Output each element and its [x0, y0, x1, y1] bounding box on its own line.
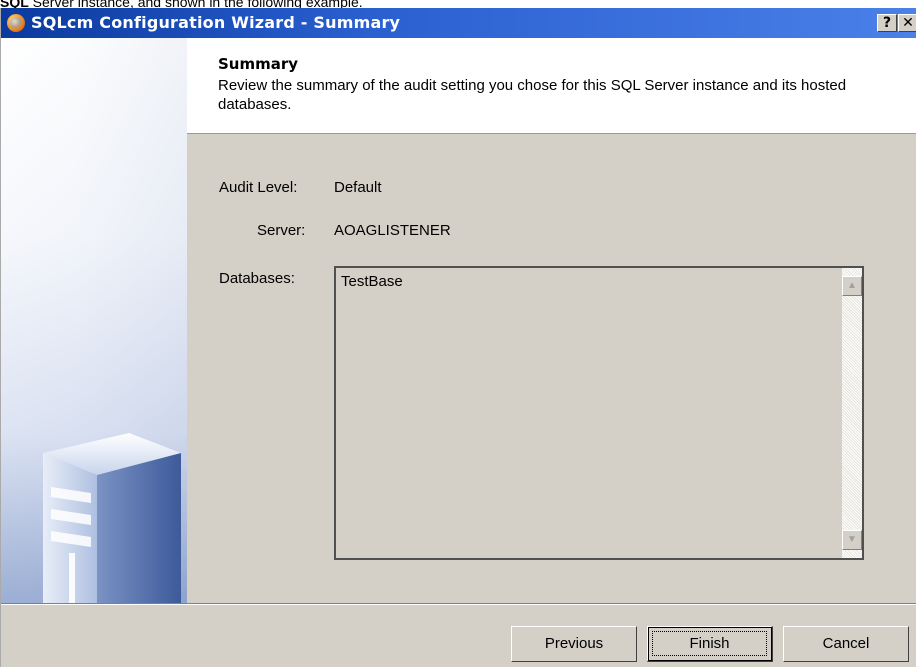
finish-button[interactable]: Finish: [647, 626, 773, 662]
page-title: Summary: [218, 55, 299, 73]
audit-level-label: Audit Level:: [219, 179, 298, 196]
scroll-up-arrow-icon[interactable]: ▲: [842, 276, 862, 296]
vertical-scrollbar[interactable]: ▲ ▼: [842, 268, 862, 558]
server-tower-icon: [43, 433, 181, 603]
scroll-down-arrow-icon[interactable]: ▼: [842, 530, 862, 550]
previous-button[interactable]: Previous: [511, 626, 637, 662]
wizard-window: SQLcm Configuration Wizard - Summary ? ✕: [0, 8, 916, 667]
databases-label: Databases:: [219, 270, 295, 287]
wizard-sidebar: [1, 38, 187, 603]
window-title: SQLcm Configuration Wizard - Summary: [31, 13, 401, 32]
page-description: Review the summary of the audit setting …: [218, 77, 847, 113]
close-button[interactable]: ✕: [898, 14, 916, 32]
cancel-button[interactable]: Cancel: [783, 626, 909, 662]
databases-list[interactable]: TestBase ▲ ▼: [334, 266, 864, 560]
title-bar[interactable]: SQLcm Configuration Wizard - Summary ? ✕: [1, 8, 916, 38]
footer-divider: [1, 603, 916, 605]
databases-list-content: TestBase: [336, 268, 842, 558]
wizard-header: Summary Review the summary of the audit …: [187, 38, 916, 134]
audit-level-value: Default: [334, 179, 382, 196]
list-item[interactable]: TestBase: [341, 273, 403, 290]
sqlcm-app-icon: [7, 14, 25, 32]
server-value: AOAGLISTENER: [334, 222, 451, 239]
server-label: Server:: [257, 222, 306, 239]
help-button[interactable]: ?: [877, 14, 897, 32]
